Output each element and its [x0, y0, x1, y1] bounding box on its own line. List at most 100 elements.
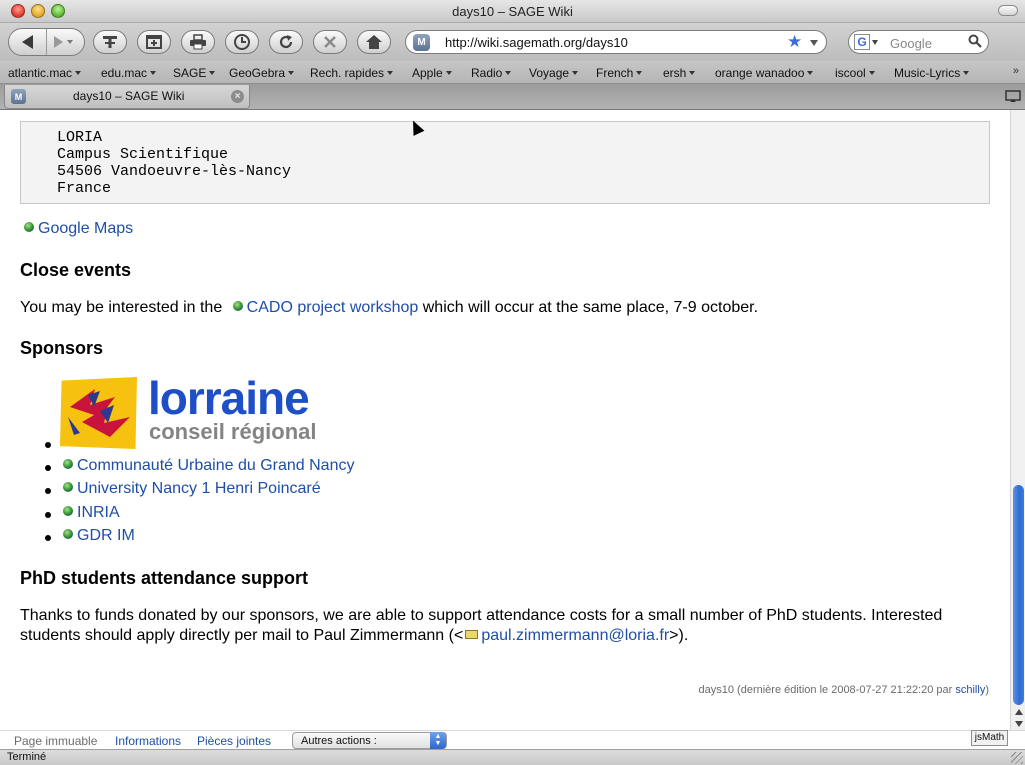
- window-title: days10 – SAGE Wiki: [452, 4, 573, 19]
- chevron-down-icon: [572, 71, 579, 75]
- search-engine-dropdown-icon[interactable]: [872, 40, 878, 45]
- status-text: Terminé: [7, 751, 47, 763]
- address-line: 54506 Vandoeuvre-lès-Nancy: [57, 163, 292, 180]
- sponsors-heading: Sponsors: [20, 338, 104, 358]
- list-bullet: [45, 512, 51, 518]
- chevron-down-icon: [868, 71, 875, 75]
- list-item: GDR IM: [63, 527, 135, 545]
- address-line: France: [57, 180, 112, 197]
- add-bookmark-icon: [103, 36, 117, 48]
- reload-icon: [279, 35, 293, 49]
- back-forward-group: [8, 28, 85, 56]
- select-arrows-icon: ▲ ▼: [430, 732, 446, 749]
- bookmark-folder[interactable]: GeoGebra: [229, 66, 295, 80]
- jsmath-button[interactable]: jsMath: [971, 730, 1008, 746]
- info-link[interactable]: Informations: [115, 734, 181, 748]
- list-bullet: [45, 442, 51, 448]
- search-icon[interactable]: [968, 34, 982, 51]
- bookmark-star-icon[interactable]: ★: [787, 32, 802, 52]
- chevron-down-icon: [66, 40, 73, 44]
- forward-arrow-icon: [53, 36, 63, 48]
- globe-icon: [63, 506, 73, 516]
- sponsor-link[interactable]: Communauté Urbaine du Grand Nancy: [77, 457, 354, 474]
- tab-days10[interactable]: M days10 – SAGE Wiki ×: [4, 85, 250, 109]
- home-icon: [366, 35, 382, 49]
- bookmark-folder[interactable]: Music-Lyrics: [894, 66, 970, 80]
- stop-icon: [324, 36, 336, 48]
- list-bullet: [45, 465, 51, 471]
- bookmark-folder[interactable]: Rech. rapides: [310, 66, 394, 80]
- lorraine-logo[interactable]: lorraine conseil régional: [60, 372, 362, 450]
- new-tab-button[interactable]: [137, 30, 171, 54]
- bookmark-folder[interactable]: Radio: [471, 66, 512, 80]
- back-button[interactable]: [9, 29, 47, 55]
- bookmark-folder[interactable]: ersh: [663, 66, 696, 80]
- cado-workshop-link[interactable]: CADO project workshop: [247, 299, 419, 316]
- bookmark-folder[interactable]: French: [596, 66, 643, 80]
- page-content: LORIA Campus Scientifique 54506 Vandoeuv…: [0, 110, 1010, 730]
- bookmark-folder[interactable]: SAGE: [173, 66, 216, 80]
- chevron-down-icon: [636, 71, 643, 75]
- edit-info: days10 (dernière édition le 2008-07-27 2…: [698, 684, 989, 696]
- close-tab-icon[interactable]: ×: [231, 90, 244, 103]
- resize-grip-icon[interactable]: [1011, 752, 1023, 764]
- logo-emblem: [60, 377, 137, 449]
- sponsor-link[interactable]: GDR IM: [77, 527, 135, 544]
- site-favicon-icon: M: [413, 34, 430, 51]
- globe-icon: [24, 222, 34, 232]
- tab-strip: M days10 – SAGE Wiki ×: [0, 84, 1025, 110]
- forward-button[interactable]: [47, 29, 84, 55]
- globe-icon: [232, 301, 243, 311]
- sponsor-link[interactable]: INRIA: [77, 504, 120, 521]
- address-line: LORIA: [57, 129, 103, 146]
- vertical-scrollbar[interactable]: [1010, 110, 1025, 730]
- email-link[interactable]: paul.zimmermann@loria.fr: [481, 627, 669, 644]
- navigation-toolbar: M http://wiki.sagemath.org/days10 ★ G Go…: [0, 23, 1025, 61]
- scroll-down-button[interactable]: [1011, 718, 1025, 730]
- bookmark-folder[interactable]: Apple: [412, 66, 452, 80]
- search-input[interactable]: Google: [890, 36, 932, 51]
- toolbar-toggle-button[interactable]: [998, 5, 1018, 16]
- stop-button[interactable]: [313, 30, 347, 54]
- bookmark-folder[interactable]: atlantic.mac: [8, 66, 82, 80]
- google-maps-link[interactable]: Google Maps: [38, 220, 133, 237]
- phd-paragraph-line2: students should apply directly per mail …: [20, 627, 689, 644]
- tab-list-icon[interactable]: [1005, 89, 1021, 105]
- search-box[interactable]: G Google: [848, 30, 989, 54]
- chevron-down-icon: [75, 71, 82, 75]
- editor-user-link[interactable]: schilly: [955, 684, 985, 696]
- bookmark-folder[interactable]: edu.mac: [101, 66, 157, 80]
- immutable-page-label: Page immuable: [14, 734, 98, 748]
- reload-button[interactable]: [269, 30, 303, 54]
- logo-subtitle: conseil régional: [149, 419, 317, 444]
- chevron-down-icon: [689, 71, 696, 75]
- bookmarks-overflow-button[interactable]: »: [1013, 65, 1019, 77]
- attachments-link[interactable]: Pièces jointes: [197, 734, 271, 748]
- url-text[interactable]: http://wiki.sagemath.org/days10: [445, 35, 628, 50]
- phd-heading: PhD students attendance support: [20, 568, 309, 588]
- chevron-down-icon: [209, 71, 216, 75]
- globe-icon: [63, 482, 73, 492]
- chevron-down-icon: [387, 71, 394, 75]
- add-bookmark-button[interactable]: [93, 30, 127, 54]
- sponsor-link[interactable]: University Nancy 1 Henri Poincaré: [77, 480, 321, 497]
- chevron-down-icon: [505, 71, 512, 75]
- globe-icon: [63, 459, 73, 469]
- home-button[interactable]: [357, 30, 391, 54]
- bookmark-folder[interactable]: orange wanadoo: [715, 66, 814, 80]
- address-bar[interactable]: M http://wiki.sagemath.org/days10 ★: [405, 30, 827, 54]
- print-button[interactable]: [181, 30, 215, 54]
- url-history-dropdown-icon[interactable]: [810, 40, 818, 46]
- arrow-down-icon: [1014, 721, 1023, 727]
- scroll-up-button[interactable]: [1011, 706, 1025, 718]
- close-events-heading: Close events: [20, 260, 132, 280]
- bookmark-folder[interactable]: Voyage: [529, 66, 579, 80]
- title-bar: days10 – SAGE Wiki: [0, 0, 1025, 23]
- google-maps-paragraph: Google Maps: [24, 220, 133, 238]
- search-engine-icon[interactable]: G: [854, 34, 870, 50]
- scroll-thumb[interactable]: [1013, 485, 1024, 705]
- more-actions-select[interactable]: Autres actions : ▲ ▼: [292, 732, 447, 749]
- history-button[interactable]: [225, 30, 259, 54]
- arrow-up-icon: [1014, 709, 1023, 715]
- bookmark-folder[interactable]: iscool: [835, 66, 875, 80]
